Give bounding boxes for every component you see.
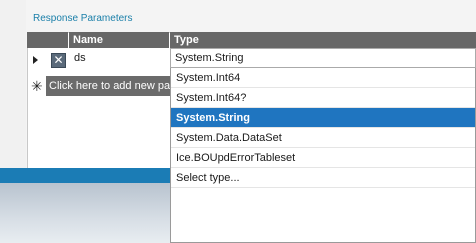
section-title: Response Parameters	[33, 13, 133, 24]
grid-header-name[interactable]: Name	[69, 32, 169, 48]
dropdown-option-selected[interactable]: System.String	[171, 108, 475, 128]
dropdown-option[interactable]: System.Int64	[171, 68, 475, 88]
new-row-star-icon: ✳	[31, 78, 43, 94]
add-new-parameter-row[interactable]: Click here to add new parameter	[46, 76, 170, 96]
type-dropdown-list: System.Int64 System.Int64? System.String…	[170, 68, 476, 243]
param-type-combobox[interactable]: System.String	[170, 48, 476, 68]
delete-row-button[interactable]: ✕	[51, 53, 66, 68]
dropdown-option[interactable]: System.Int64?	[171, 88, 475, 108]
dropdown-option[interactable]: Ice.BOUpdErrorTableset	[171, 148, 475, 168]
grid-header-selector	[27, 32, 68, 48]
grid-header-type[interactable]: Type	[170, 32, 476, 48]
row-indicator-icon	[33, 56, 38, 64]
param-name-cell[interactable]: ds	[74, 52, 86, 64]
dropdown-option[interactable]: System.Data.DataSet	[171, 128, 475, 148]
dropdown-option-select-type[interactable]: Select type...	[171, 168, 475, 188]
